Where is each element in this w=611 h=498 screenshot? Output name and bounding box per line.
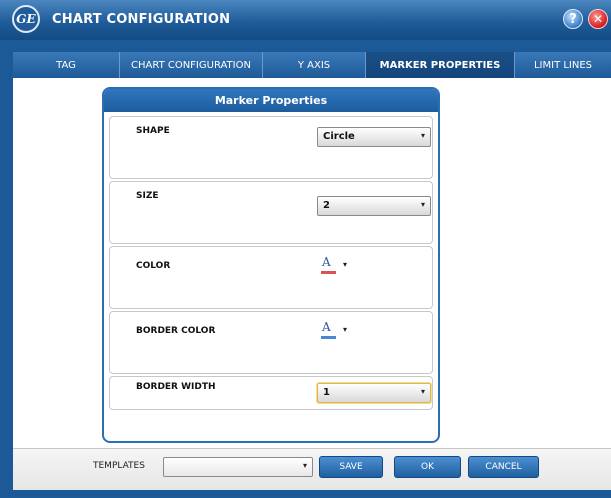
border-color-picker[interactable]: A ▾ [319,320,359,342]
border-color-swatch [321,336,336,339]
help-button[interactable]: ? [563,9,583,29]
tab-content: Marker Properties SHAPE Circle ▾ SIZE 2 … [13,78,611,448]
marker-properties-panel: Marker Properties SHAPE Circle ▾ SIZE 2 … [102,87,440,443]
chevron-down-icon: ▾ [302,461,307,470]
color-row: COLOR A ▾ [109,246,433,309]
tab-strip: TAG CHART CONFIGURATION Y AXIS MARKER PR… [13,52,611,78]
tab-limit-lines[interactable]: LIMIT LINES [515,52,611,78]
ok-button[interactable]: OK [394,456,461,478]
tab-chart-configuration[interactable]: CHART CONFIGURATION [120,52,263,78]
size-label: SIZE [136,191,159,201]
shape-row: SHAPE Circle ▾ [109,116,433,179]
border-width-row: BORDER WIDTH 1 ▾ [109,376,433,410]
panel-title: Marker Properties [104,89,438,112]
tab-y-axis[interactable]: Y AXIS [263,52,366,78]
shape-label: SHAPE [136,126,170,136]
window-title: CHART CONFIGURATION [52,12,231,27]
window-bottom-edge [0,490,611,498]
save-button[interactable]: SAVE [319,456,383,478]
color-picker[interactable]: A ▾ [319,255,359,277]
tab-tag[interactable]: TAG [13,52,120,78]
help-icon: ? [569,11,577,27]
size-row: SIZE 2 ▾ [109,181,433,244]
color-label: COLOR [136,261,171,271]
templates-label: TEMPLATES [93,461,145,471]
footer-bar: TEMPLATES ▾ SAVE OK CANCEL [13,448,611,490]
border-color-label: BORDER COLOR [136,326,216,336]
ge-logo-icon: GE [12,5,40,33]
close-button[interactable]: ✕ [588,9,608,29]
title-bar: GE CHART CONFIGURATION ? ✕ [0,0,611,40]
chevron-down-icon: ▾ [420,131,425,140]
border-width-value: 1 [323,387,330,398]
cancel-button[interactable]: CANCEL [468,456,539,478]
close-icon: ✕ [592,12,604,26]
font-color-icon: A [322,255,331,269]
size-select[interactable]: 2 ▾ [317,196,431,216]
border-color-row: BORDER COLOR A ▾ [109,311,433,374]
border-width-select[interactable]: 1 ▾ [317,383,431,403]
templates-select[interactable]: ▾ [163,457,313,477]
shape-value: Circle [323,131,355,142]
shape-select[interactable]: Circle ▾ [317,127,431,147]
chevron-down-icon: ▾ [420,387,425,396]
chevron-down-icon: ▾ [420,200,425,209]
tab-marker-properties[interactable]: MARKER PROPERTIES [366,52,515,78]
dialog-window: GE CHART CONFIGURATION ? ✕ TAG CHART CON… [0,0,611,498]
chevron-down-icon: ▾ [343,325,348,334]
chevron-down-icon: ▾ [343,260,348,269]
font-color-icon: A [322,320,331,334]
size-value: 2 [323,200,330,211]
color-swatch [321,271,336,274]
border-width-label: BORDER WIDTH [136,382,216,392]
